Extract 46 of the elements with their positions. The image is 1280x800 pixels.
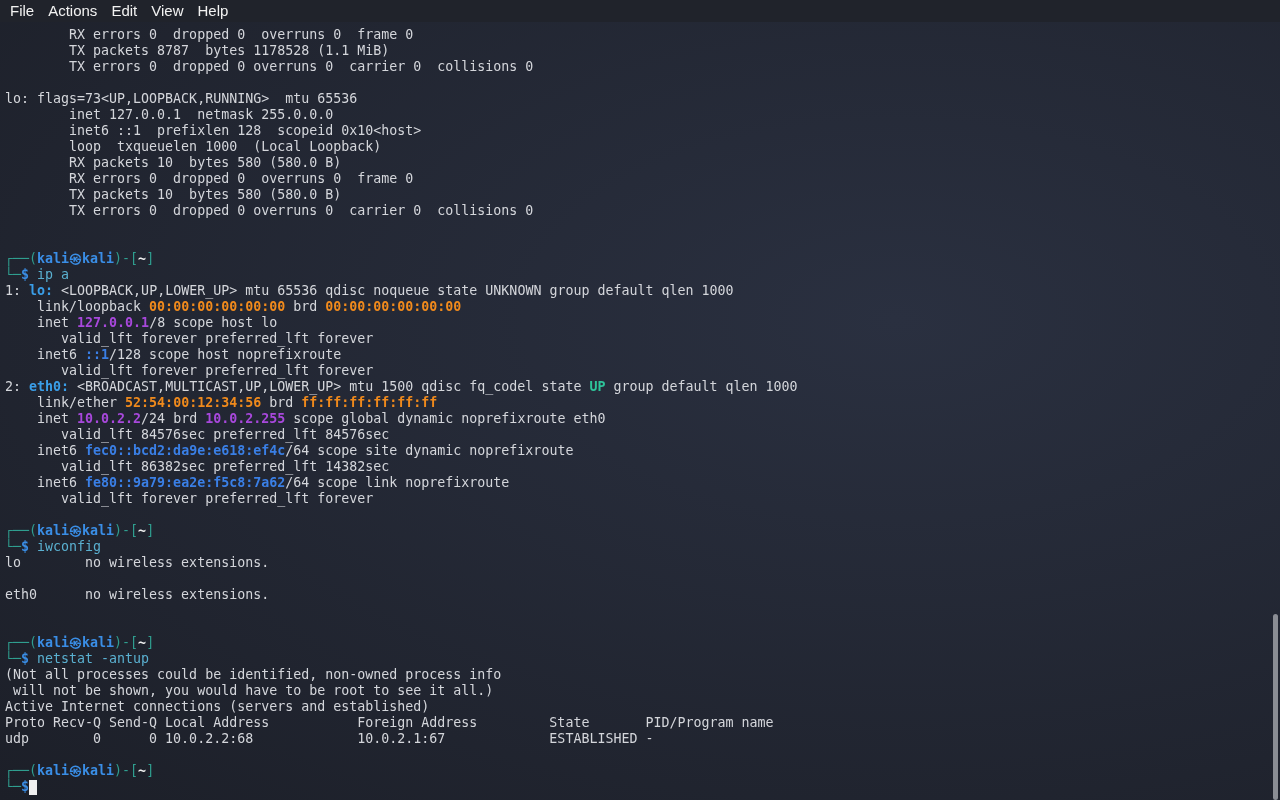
terminal-line: 1: lo: <LOOPBACK,UP,LOWER_UP> mtu 65536 qdisc noqueue state UNKNOWN group default qlen 1000 (5, 283, 734, 299)
terminal-line: link/ether 52:54:00:12:34:56 brd ff:ff:ff:ff:ff:ff (36, 395, 438, 411)
prompt-line: ┌──(kali㉿kali)-[~] (5, 251, 155, 267)
terminal-line: Active Internet connections (servers and established) (5, 699, 430, 715)
terminal-line: will not be shown, you would have to be root to see it all.) (12, 683, 494, 699)
terminal-line: inet 10.0.2.2/24 brd 10.0.2.255 scope global dynamic noprefixroute eth0 (36, 411, 606, 427)
terminal-line: valid_lft forever preferred_lft forever (60, 331, 374, 347)
terminal-line: udp 0 0 10.0.2.2:68 10.0.2.1:67 ESTABLISHED - (5, 731, 654, 747)
terminal-line: valid_lft forever preferred_lft forever (60, 491, 374, 507)
terminal-line: TX packets 10 bytes 580 (580.0 B) (68, 187, 342, 203)
terminal-line: lo: flags=73<UP,LOOPBACK,RUNNING> mtu 65536 (5, 91, 358, 107)
menu-item[interactable]: View (145, 1, 190, 21)
prompt-line: └─$ netstat -antup (5, 651, 150, 667)
terminal-line: valid_lft 84576sec preferred_lft 84576sec (60, 427, 390, 443)
terminal-line: RX errors 0 dropped 0 overruns 0 frame 0 (68, 27, 414, 43)
prompt-line: └─$ (5, 779, 30, 795)
menu-item[interactable]: File (4, 1, 41, 21)
terminal-line: link/loopback 00:00:00:00:00:00 brd 00:00:00:00:00:00 (36, 299, 462, 315)
terminal-line: loop txqueuelen 1000 (Local Loopback) (68, 139, 382, 155)
terminal-line: inet6 ::1 prefixlen 128 scopeid 0x10<host> (68, 123, 422, 139)
terminal-line: inet6 ::1/128 scope host noprefixroute (36, 347, 342, 363)
terminal-line: 2: eth0: <BROADCAST,MULTICAST,UP,LOWER_UP> mtu 1500 qdisc fq_codel state UP group default qlen 1000 (5, 379, 798, 395)
terminal-line: lo no wireless extensions. (5, 555, 270, 571)
prompt-line: ┌──(kali㉿kali)-[~] (5, 523, 155, 539)
terminal-line: RX errors 0 dropped 0 overruns 0 frame 0 (68, 171, 414, 187)
menu-item[interactable]: Edit (105, 1, 144, 21)
terminal-line: inet6 fec0::bcd2:da9e:e618:ef4c/64 scope site dynamic noprefixroute (36, 443, 574, 459)
prompt-line: ┌──(kali㉿kali)-[~] (5, 635, 155, 651)
scrollbar-thumb[interactable] (1273, 614, 1278, 800)
terminal-line: TX errors 0 dropped 0 overruns 0 carrier 0 collisions 0 (68, 203, 534, 219)
terminal-line: eth0 no wireless extensions. (5, 587, 270, 603)
terminal-line: (Not all processes could be identified, non-owned process info (5, 667, 502, 683)
menu-item[interactable]: Help (191, 1, 235, 21)
menu-item[interactable]: Actions (42, 1, 104, 21)
prompt-line: └─$ ip a (5, 267, 70, 283)
prompt-line: └─$ iwconfig (5, 539, 102, 555)
terminal-line: Proto Recv-Q Send-Q Local Address Foreign Address State PID/Program name (5, 715, 774, 731)
terminal-line: TX packets 8787 bytes 1178528 (1.1 MiB) (68, 43, 390, 59)
terminal-line: inet 127.0.0.1/8 scope host lo (36, 315, 278, 331)
prompt-line: ┌──(kali㉿kali)-[~] (5, 763, 155, 779)
terminal-line: inet6 fe80::9a79:ea2e:f5c8:7a62/64 scope link noprefixroute (36, 475, 510, 491)
terminal-line: RX packets 10 bytes 580 (580.0 B) (68, 155, 342, 171)
terminal-line: valid_lft forever preferred_lft forever (60, 363, 374, 379)
terminal-line: inet 127.0.0.1 netmask 255.0.0.0 (68, 107, 334, 123)
terminal-line: valid_lft 86382sec preferred_lft 14382sec (60, 459, 390, 475)
terminal-line: TX errors 0 dropped 0 overruns 0 carrier 0 collisions 0 (68, 59, 534, 75)
